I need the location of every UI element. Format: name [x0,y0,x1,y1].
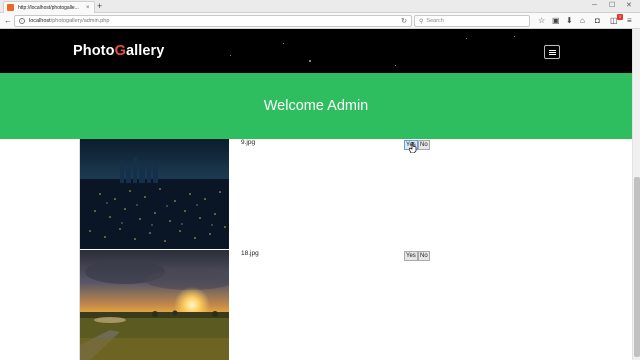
photo-row: 9.jpg Yes No [79,139,529,249]
hamburger-icon [548,49,556,55]
photo-thumbnail-sunset-field [80,250,229,360]
approve-no-button[interactable]: No [418,140,430,150]
browser-tab-bar: http://localhost/photogalle... × + ─ ☐ ✕ [0,0,640,13]
back-arrow-icon[interactable]: ← [4,15,12,27]
clipboard-icon[interactable]: ▣ [552,16,560,26]
photo-filename: 18.jpg [241,250,259,257]
page-viewport: PhotoGallery Welcome Admin 9.jpg Yes No … [0,29,632,360]
scrollbar-thumb[interactable] [634,177,640,357]
tab-title: http://localhost/photogalle... [18,4,79,11]
home-icon[interactable]: ⌂ [580,16,585,26]
search-placeholder: Search [426,18,444,24]
url-text: localhost/photogallery/admin.php [29,18,110,24]
search-bar[interactable]: ⚲ Search [414,15,530,27]
browser-nav-bar: ← i localhost/photogallery/admin.php ↻ ⚲… [0,13,640,29]
photo-filename: 9.jpg [241,139,256,146]
pocket-icon[interactable]: ◘ [595,16,600,26]
hamburger-menu-icon[interactable]: ≡ [627,16,632,26]
photo-row: 18.jpg Yes No [79,250,529,360]
address-bar[interactable]: i localhost/photogallery/admin.php ↻ [14,15,412,27]
reload-icon[interactable]: ↻ [401,17,407,25]
browser-tab[interactable]: http://localhost/photogalle... × [3,1,95,13]
download-icon[interactable]: ⬇ [566,16,573,26]
nav-menu-toggle-button[interactable] [544,45,560,59]
welcome-heading: Welcome Admin [263,98,369,114]
minimize-window-icon[interactable]: ─ [592,1,597,11]
page-scrollbar[interactable] [632,29,640,360]
approve-no-button[interactable]: No [418,251,430,261]
site-brand-logo[interactable]: PhotoGallery [73,43,164,59]
bookmark-star-icon[interactable]: ☆ [538,16,545,26]
search-icon: ⚲ [419,18,424,25]
photo-list: 9.jpg Yes No 18.jpg Yes No [0,139,632,360]
approve-yes-button[interactable]: Yes [404,251,418,261]
site-info-icon[interactable]: i [19,18,25,24]
tab-close-icon[interactable]: × [86,5,90,11]
site-favicon-icon [7,4,14,11]
new-tab-button[interactable]: + [97,1,102,12]
notification-badge: 1 [617,14,623,20]
maximize-window-icon[interactable]: ☐ [609,1,615,11]
close-window-icon[interactable]: ✕ [626,1,632,11]
site-header: PhotoGallery [0,29,632,73]
photo-thumbnail-city-night [80,139,229,249]
welcome-banner: Welcome Admin [0,73,632,139]
